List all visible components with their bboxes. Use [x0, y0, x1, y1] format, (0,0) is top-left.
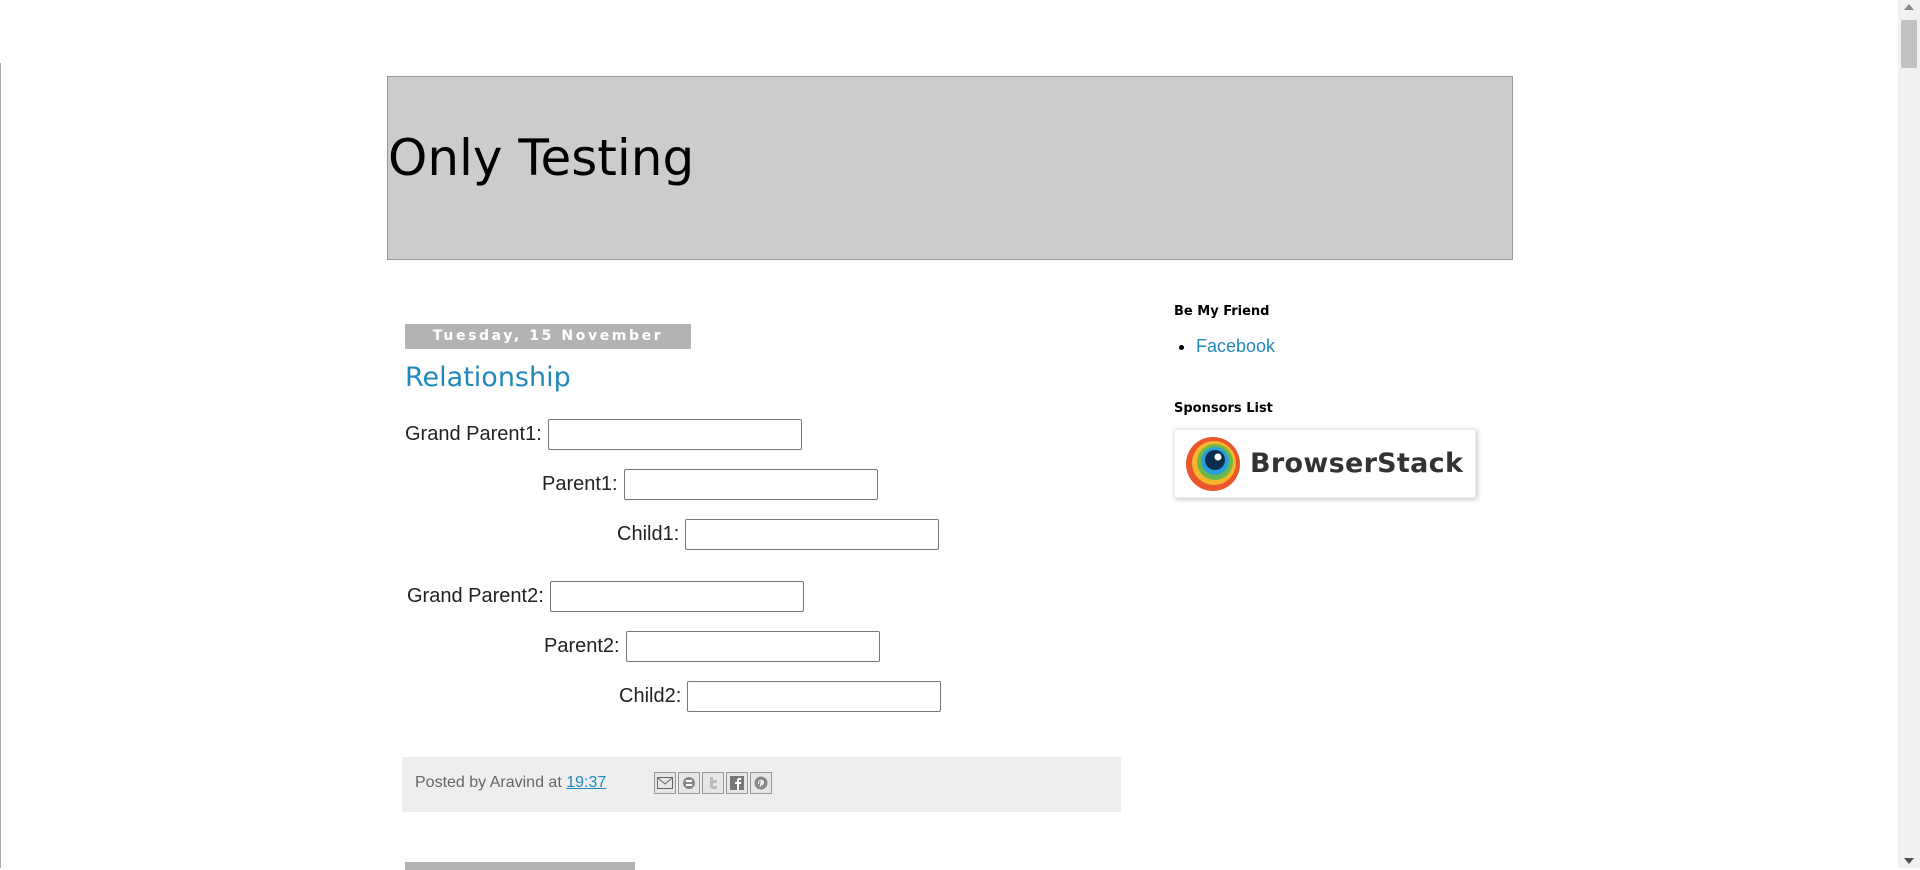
grand-parent1-label: Grand Parent1:: [405, 423, 542, 445]
parent2-input[interactable]: [625, 631, 880, 662]
post-footer: Posted by Aravind at 19:37: [402, 757, 1121, 812]
at-text: at: [548, 774, 562, 791]
be-my-friend-heading: Be My Friend: [1174, 304, 1270, 319]
post-author: Aravind: [489, 774, 544, 791]
blogger-icon[interactable]: [678, 772, 700, 794]
grand-parent1-input[interactable]: [547, 419, 802, 450]
share-buttons: [654, 772, 774, 794]
grand-parent2-input[interactable]: [549, 581, 804, 612]
field-row-parent2: Parent2:: [544, 631, 880, 662]
parent2-label: Parent2:: [544, 635, 620, 657]
browserstack-logo-icon: [1186, 436, 1240, 491]
scroll-thumb[interactable]: [1901, 20, 1917, 68]
field-row-parent1: Parent1:: [542, 469, 878, 500]
field-row-child2: Child2:: [619, 681, 942, 712]
sponsors-list-heading: Sponsors List: [1174, 401, 1273, 416]
post-date-header: Tuesday, 15 November 2022: [405, 324, 691, 369]
child1-input[interactable]: [685, 519, 940, 550]
post-timestamp-link[interactable]: 19:37: [566, 774, 606, 791]
scroll-up-arrow-icon[interactable]: [1904, 4, 1914, 10]
friend-links-list: Facebook: [1174, 336, 1275, 357]
email-icon[interactable]: [654, 772, 676, 794]
facebook-icon[interactable]: [726, 772, 748, 794]
pinterest-icon[interactable]: [750, 772, 772, 794]
child1-label: Child1:: [617, 523, 680, 545]
grand-parent2-label: Grand Parent2:: [407, 585, 544, 607]
next-post-date-header: [405, 862, 635, 870]
post-title-link[interactable]: Relationship: [405, 362, 571, 393]
browser-top-strip: [0, 0, 1898, 64]
parent1-label: Parent1:: [542, 473, 618, 495]
facebook-link[interactable]: Facebook: [1196, 336, 1275, 356]
twitter-icon[interactable]: [702, 772, 724, 794]
blog-title[interactable]: Only Testing: [388, 133, 694, 183]
scroll-down-arrow-icon[interactable]: [1904, 858, 1914, 864]
child2-input[interactable]: [687, 681, 942, 712]
field-row-grand-parent2: Grand Parent2:: [407, 581, 804, 612]
browserstack-logo-text: BrowserStack: [1250, 448, 1464, 479]
browserstack-sponsor-banner[interactable]: BrowserStack: [1174, 429, 1476, 498]
posted-by-text: Posted by: [415, 774, 487, 791]
vertical-scrollbar[interactable]: [1898, 0, 1920, 868]
post-byline: Posted by Aravind at 19:37: [415, 774, 606, 792]
child2-label: Child2:: [619, 685, 682, 707]
blog-header: Only Testing: [387, 76, 1513, 260]
field-row-grand-parent1: Grand Parent1:: [405, 419, 802, 450]
parent1-input[interactable]: [623, 469, 878, 500]
field-row-child1: Child1:: [617, 519, 940, 550]
friend-link-item: Facebook: [1196, 336, 1275, 357]
